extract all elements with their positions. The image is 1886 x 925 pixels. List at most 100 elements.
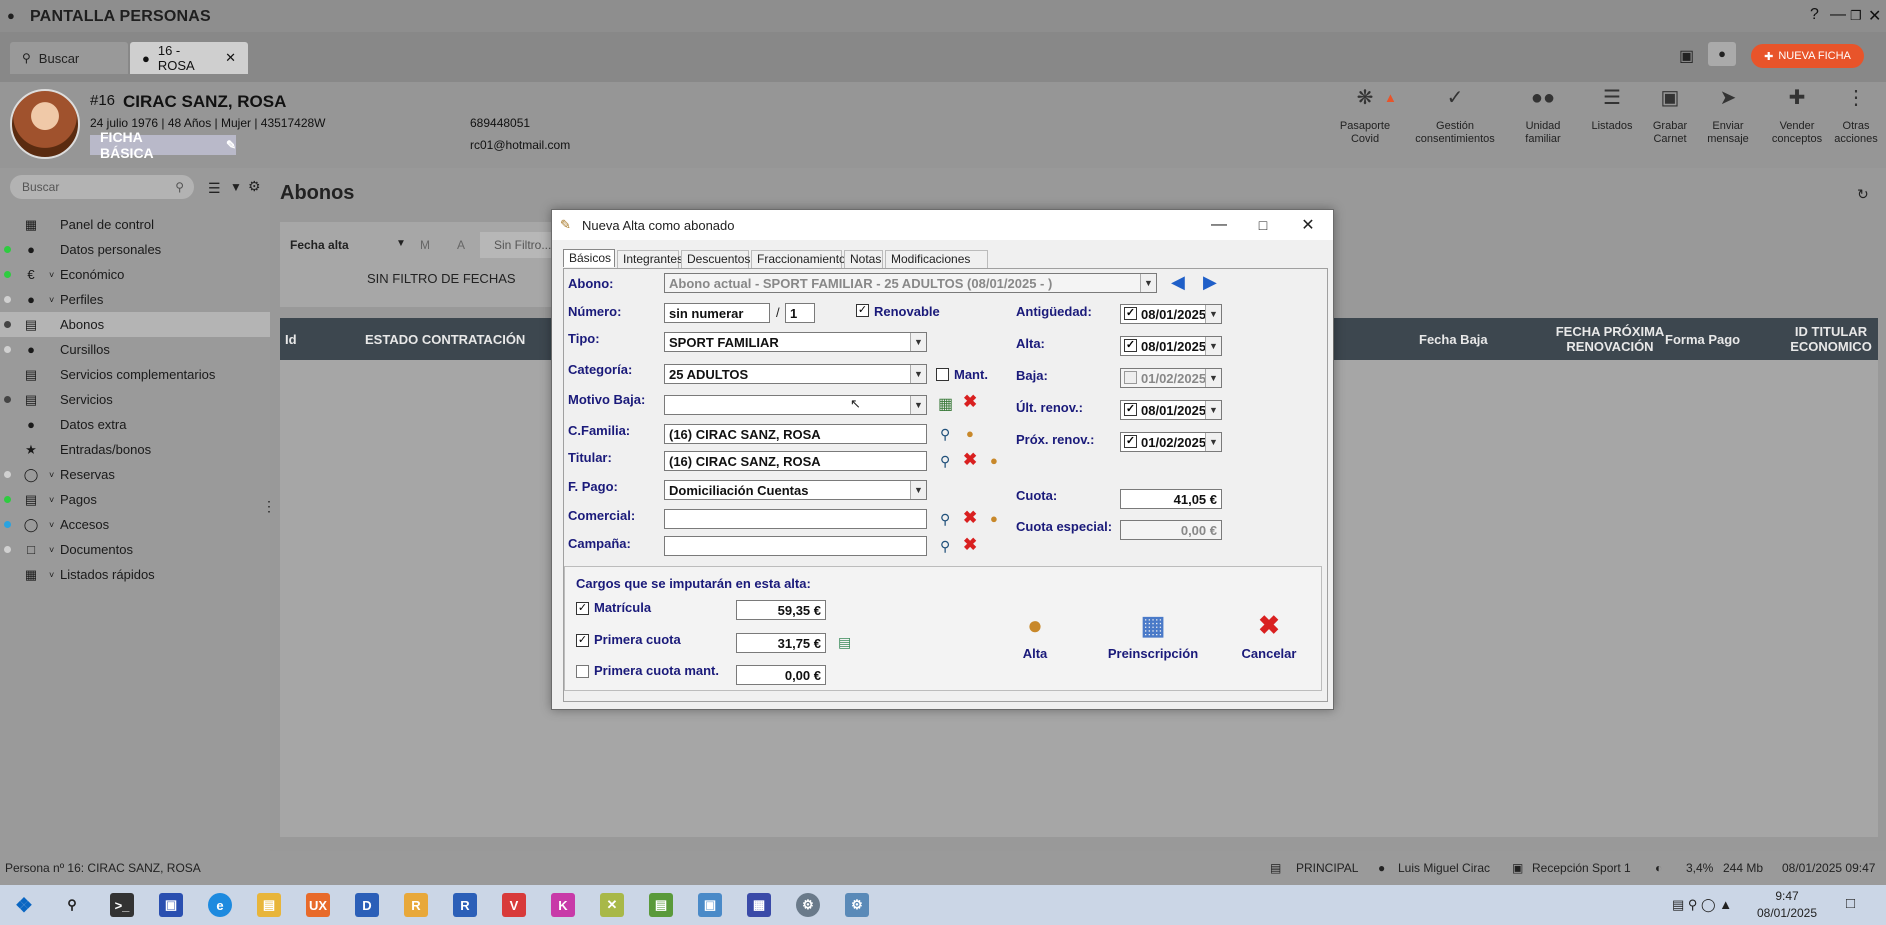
person-icon[interactable]: ● xyxy=(966,426,974,441)
person-icon[interactable]: ● xyxy=(990,511,998,526)
matricula-checkbox[interactable]: ✓ xyxy=(576,602,589,615)
toolbar-send-button[interactable]: ➤ Enviar mensaje xyxy=(1697,88,1759,146)
categoria-select[interactable]: 25 ADULTOS ▼ xyxy=(664,364,927,384)
sidebar-item[interactable]: ● Cursillos xyxy=(0,337,270,362)
lookup-icon[interactable]: ⚲ xyxy=(940,426,950,443)
delete-icon[interactable]: ✖ xyxy=(963,535,977,555)
tab-descuentos[interactable]: Descuentos xyxy=(681,250,750,268)
gear-icon[interactable]: ⚙ xyxy=(248,178,261,195)
cancelar-button[interactable]: ✖ Cancelar xyxy=(1238,610,1300,661)
notification-icon[interactable]: □ xyxy=(1846,895,1855,912)
filter-a[interactable]: A xyxy=(457,238,465,252)
sidebar-item[interactable]: ▤ ˅ Pagos xyxy=(0,487,270,512)
col-fecha-baja[interactable]: Fecha Baja xyxy=(1419,318,1488,360)
matricula-input[interactable]: 59,35 € xyxy=(736,600,826,620)
primera-cuota-input[interactable]: 31,75 € xyxy=(736,633,826,653)
titular-input[interactable]: (16) CIRAC SANZ, ROSA xyxy=(664,451,927,471)
sidebar-item[interactable]: ● ˅ Perfiles xyxy=(0,287,270,312)
campana-input[interactable] xyxy=(664,536,927,556)
help-icon[interactable]: ? xyxy=(1810,6,1819,24)
sidebar-item[interactable]: ◯ ˅ Accesos xyxy=(0,512,270,537)
menu-icon[interactable]: ☰ xyxy=(208,180,221,197)
close-icon[interactable]: ✕ xyxy=(1868,6,1881,26)
alta-button[interactable]: ● Alta xyxy=(1005,610,1065,661)
person-icon[interactable]: ● xyxy=(990,453,998,468)
tool-icon[interactable]: ✕ xyxy=(600,893,624,917)
maximize-icon[interactable]: □ xyxy=(1246,213,1280,237)
cube-app-icon[interactable]: ▦ xyxy=(747,893,771,917)
delete-icon[interactable]: ✖ xyxy=(963,508,977,528)
r-app-icon[interactable]: R xyxy=(404,893,428,917)
filter-sin[interactable]: Sin Filtro... xyxy=(480,232,560,258)
antiguedad-date[interactable]: ✓ 08/01/2025 ▼ xyxy=(1120,304,1222,324)
scan-icon[interactable]: ▣ xyxy=(1679,46,1694,66)
filter-field[interactable]: Fecha alta xyxy=(290,238,349,252)
mant-checkbox[interactable] xyxy=(936,368,949,381)
col-proxima-renovacion[interactable]: FECHA PRÓXIMA RENOVACIÓN xyxy=(1545,318,1675,360)
close-tab-icon[interactable]: ✕ xyxy=(225,50,236,66)
r2-app-icon[interactable]: R xyxy=(453,893,477,917)
motivo-baja-select[interactable]: ▼ xyxy=(664,395,927,415)
baja-checkbox[interactable] xyxy=(1124,371,1137,384)
alta-checkbox[interactable]: ✓ xyxy=(1124,339,1137,352)
arrow-left-icon[interactable]: ◀ xyxy=(1171,272,1185,293)
grid-add-icon[interactable]: ▦ xyxy=(938,394,953,414)
toolbar-pasaporte-button[interactable]: ❋ Pasaporte Covid xyxy=(1334,88,1396,146)
primera-cuota-mant-checkbox[interactable] xyxy=(576,665,589,678)
refresh-icon[interactable]: ↻ xyxy=(1857,186,1869,203)
lookup-icon[interactable]: ⚲ xyxy=(940,511,950,528)
restore-icon[interactable]: ❐ xyxy=(1850,8,1862,24)
col-estado[interactable]: ESTADO CONTRATACIÓN xyxy=(365,318,525,360)
fpago-select[interactable]: Domiciliación Cuentas ▼ xyxy=(664,480,927,500)
settings-icon[interactable]: ⚙ xyxy=(796,893,820,917)
search-icon[interactable]: ⚲ xyxy=(60,893,84,917)
toolbar-sell-button[interactable]: ✚ Vender conceptos xyxy=(1766,88,1828,146)
tab-basicos[interactable]: Básicos xyxy=(563,249,615,267)
close-icon[interactable]: ✕ xyxy=(1291,213,1325,237)
col-forma-pago[interactable]: Forma Pago xyxy=(1665,318,1740,360)
tab-modificaciones[interactable]: Modificaciones xyxy=(885,250,988,268)
alta-date[interactable]: ✓ 08/01/2025 ▼ xyxy=(1120,336,1222,356)
chart-app-icon[interactable]: ▤ xyxy=(649,893,673,917)
active-app-icon[interactable]: ⚙ xyxy=(845,893,869,917)
tipo-select[interactable]: SPORT FAMILIAR ▼ xyxy=(664,332,927,352)
image-app-icon[interactable]: ▣ xyxy=(698,893,722,917)
ficha-badge[interactable]: FICHA BÁSICA ✎ xyxy=(90,129,236,161)
ux-icon[interactable]: UX xyxy=(306,893,330,917)
sidebar-item[interactable]: ● Datos personales xyxy=(0,237,270,262)
numero-suffix-input[interactable]: 1 xyxy=(785,303,815,323)
toolbar-card-button[interactable]: ▣ Grabar Carnet xyxy=(1639,88,1701,146)
sidebar-item[interactable]: ▤ Abonos xyxy=(0,312,270,337)
app-icon[interactable]: ▣ xyxy=(159,893,183,917)
col-id[interactable]: Id xyxy=(285,318,297,360)
v-app-icon[interactable]: V xyxy=(502,893,526,917)
toolbar-consent-button[interactable]: ✓ Gestión consentimientos xyxy=(1410,88,1500,146)
tab-integrantes[interactable]: Integrantes xyxy=(617,250,683,268)
minimize-icon[interactable]: — xyxy=(1202,213,1236,237)
minimize-icon[interactable]: — xyxy=(1830,6,1846,24)
delete-icon[interactable]: ✖ xyxy=(963,450,977,470)
tab-search[interactable]: ⚲ Buscar xyxy=(10,42,128,74)
sidebar-item[interactable]: ▦ Panel de control xyxy=(0,212,270,237)
chevron-down-icon[interactable]: ▼ xyxy=(396,238,406,249)
sidebar-item[interactable]: ● Datos extra xyxy=(0,412,270,437)
cuota-input[interactable]: 41,05 € xyxy=(1120,489,1222,509)
numero-input[interactable]: sin numerar xyxy=(664,303,770,323)
toolbar-more-button[interactable]: ⋮ Otras acciones xyxy=(1826,88,1886,146)
pin-icon[interactable]: ▼ xyxy=(230,180,242,194)
windows-start-icon[interactable]: ❖ xyxy=(12,893,36,917)
sidebar-item[interactable]: □ ˅ Documentos xyxy=(0,537,270,562)
abono-select[interactable]: Abono actual - SPORT FAMILIAR - 25 ADULT… xyxy=(664,273,1157,293)
toolbar-family-button[interactable]: ●● Unidad familiar xyxy=(1512,88,1574,146)
lookup-icon[interactable]: ⚲ xyxy=(940,453,950,470)
k-app-icon[interactable]: K xyxy=(551,893,575,917)
delete-icon[interactable]: ✖ xyxy=(963,392,977,412)
arrow-right-icon[interactable]: ▶ xyxy=(1203,272,1217,293)
sidebar-item[interactable]: ★ Entradas/bonos xyxy=(0,437,270,462)
tab-person[interactable]: ● 16 - ROSA ✕ xyxy=(130,42,248,74)
proxrenov-checkbox[interactable]: ✓ xyxy=(1124,435,1137,448)
proxrenov-date[interactable]: ✓ 01/02/2025 ▼ xyxy=(1120,432,1222,452)
sidebar-search-input[interactable]: Buscar ⚲ xyxy=(10,175,194,199)
sidebar-item[interactable]: ▦ ˅ Listados rápidos xyxy=(0,562,270,587)
folder-icon[interactable]: ▤ xyxy=(257,893,281,917)
